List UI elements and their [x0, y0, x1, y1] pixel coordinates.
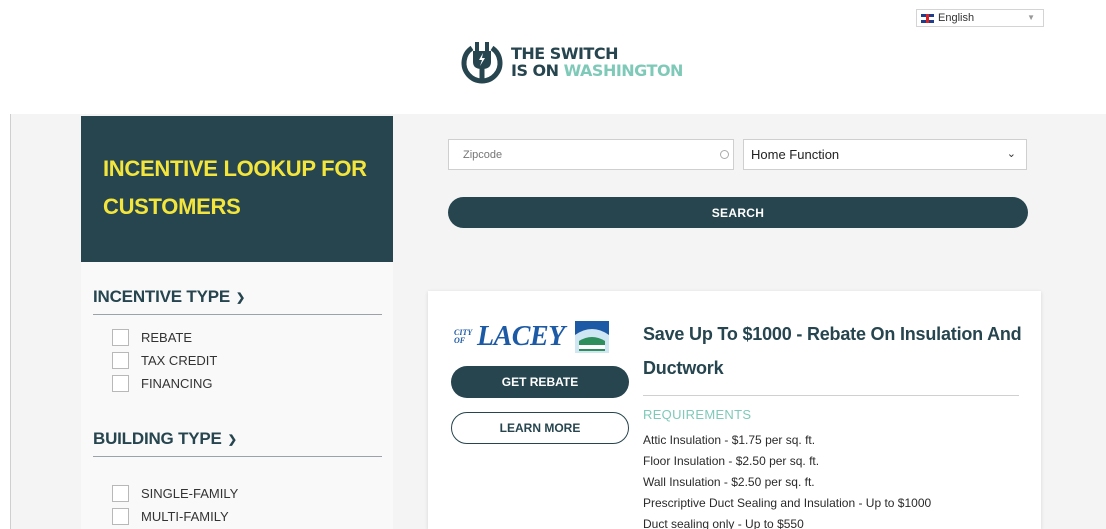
filter-option-label: REBATE	[141, 330, 193, 345]
filter-option-label: FINANCING	[141, 376, 213, 391]
language-label: English	[938, 12, 975, 24]
checkbox[interactable]	[112, 375, 129, 392]
home-function-select[interactable]: Home Function ⌄	[743, 139, 1027, 170]
filter-heading-incentive-type[interactable]: INCENTIVE TYPE ❯	[93, 284, 382, 310]
learn-more-button[interactable]: LEARN MORE	[451, 412, 629, 444]
logo-wordmark: THE SWITCH IS ON WASHINGTON	[511, 45, 683, 79]
requirement-item: Wall Insulation - $2.50 per sq. ft.	[643, 475, 815, 489]
logo-line-2-b: WASHINGTON	[563, 61, 684, 80]
requirement-item: Floor Insulation - $2.50 per sq. ft.	[643, 454, 820, 468]
home-function-value: Home Function	[751, 147, 840, 162]
chevron-down-icon: ❯	[227, 433, 237, 446]
filter-option-financing[interactable]: FINANCING	[93, 372, 382, 395]
city-seal-icon	[574, 321, 609, 353]
spinner-icon	[720, 150, 729, 159]
filter-group-building-type: BUILDING TYPE ❯ SINGLE-FAMILY MULTI-FAMI…	[93, 426, 382, 528]
sidebar-title: INCENTIVE LOOKUP FOR CUSTOMERS	[103, 156, 367, 219]
filter-group-incentive-type: INCENTIVE TYPE ❯ REBATE TAX CREDIT FINAN…	[93, 284, 382, 395]
filter-option-tax-credit[interactable]: TAX CREDIT	[93, 349, 382, 372]
chevron-down-icon: ▼	[1027, 13, 1035, 22]
sidebar-header: INCENTIVE LOOKUP FOR CUSTOMERS	[81, 116, 393, 262]
checkbox[interactable]	[112, 485, 129, 502]
filter-sidebar: INCENTIVE TYPE ❯ REBATE TAX CREDIT FINAN…	[81, 262, 393, 529]
checkbox[interactable]	[112, 329, 129, 346]
requirements-list: Attic Insulation - $1.75 per sq. ft. Flo…	[643, 430, 1023, 529]
provider-prefix: CITY OF	[454, 328, 472, 345]
incentive-title: Save Up To $1000 - Rebate On Insulation …	[643, 324, 1022, 378]
get-rebate-button[interactable]: GET REBATE	[451, 366, 629, 398]
filter-option-single-family[interactable]: SINGLE-FAMILY	[93, 482, 382, 505]
power-plug-icon	[461, 42, 503, 84]
logo-line-2: IS ON WASHINGTON	[511, 62, 683, 79]
requirements-label: REQUIREMENTS	[643, 407, 752, 422]
requirement-item: Attic Insulation - $1.75 per sq. ft.	[643, 433, 816, 447]
zipcode-input[interactable]	[448, 139, 734, 170]
filter-option-label: TAX CREDIT	[141, 353, 218, 368]
filter-heading-label: INCENTIVE TYPE	[93, 287, 231, 306]
chevron-down-icon: ⌄	[1006, 148, 1016, 160]
logo-line-1: THE SWITCH	[511, 44, 618, 63]
filter-heading-label: BUILDING TYPE	[93, 429, 222, 448]
uk-flag-icon	[921, 13, 934, 23]
filter-heading-building-type[interactable]: BUILDING TYPE ❯	[93, 426, 382, 452]
provider-name: LACEY	[477, 321, 565, 352]
chevron-down-icon: ❯	[236, 291, 246, 304]
card-divider	[643, 395, 1019, 396]
requirement-item: Duct sealing only - Up to $550	[643, 517, 804, 529]
requirement-item: Prescriptive Duct Sealing and Insulation…	[643, 496, 932, 510]
search-button[interactable]: SEARCH	[448, 197, 1028, 228]
site-header: English ▼ THE SWITCH IS ON WASHINGTON	[0, 0, 1106, 114]
language-selector[interactable]: English ▼	[916, 9, 1044, 27]
site-logo[interactable]: THE SWITCH IS ON WASHINGTON	[458, 38, 683, 86]
logo-line-2-a: IS ON	[511, 61, 564, 80]
checkbox[interactable]	[112, 508, 129, 525]
filter-option-multi-family[interactable]: MULTI-FAMILY	[93, 505, 382, 528]
provider-logo: CITY OF LACEY	[454, 321, 609, 353]
filter-option-label: SINGLE-FAMILY	[141, 486, 239, 501]
checkbox[interactable]	[112, 352, 129, 369]
incentive-result-card: CITY OF LACEY GET REBATE LEARN MORE Save…	[428, 291, 1041, 529]
filter-option-label: MULTI-FAMILY	[141, 509, 229, 524]
filter-option-rebate[interactable]: REBATE	[93, 326, 382, 349]
